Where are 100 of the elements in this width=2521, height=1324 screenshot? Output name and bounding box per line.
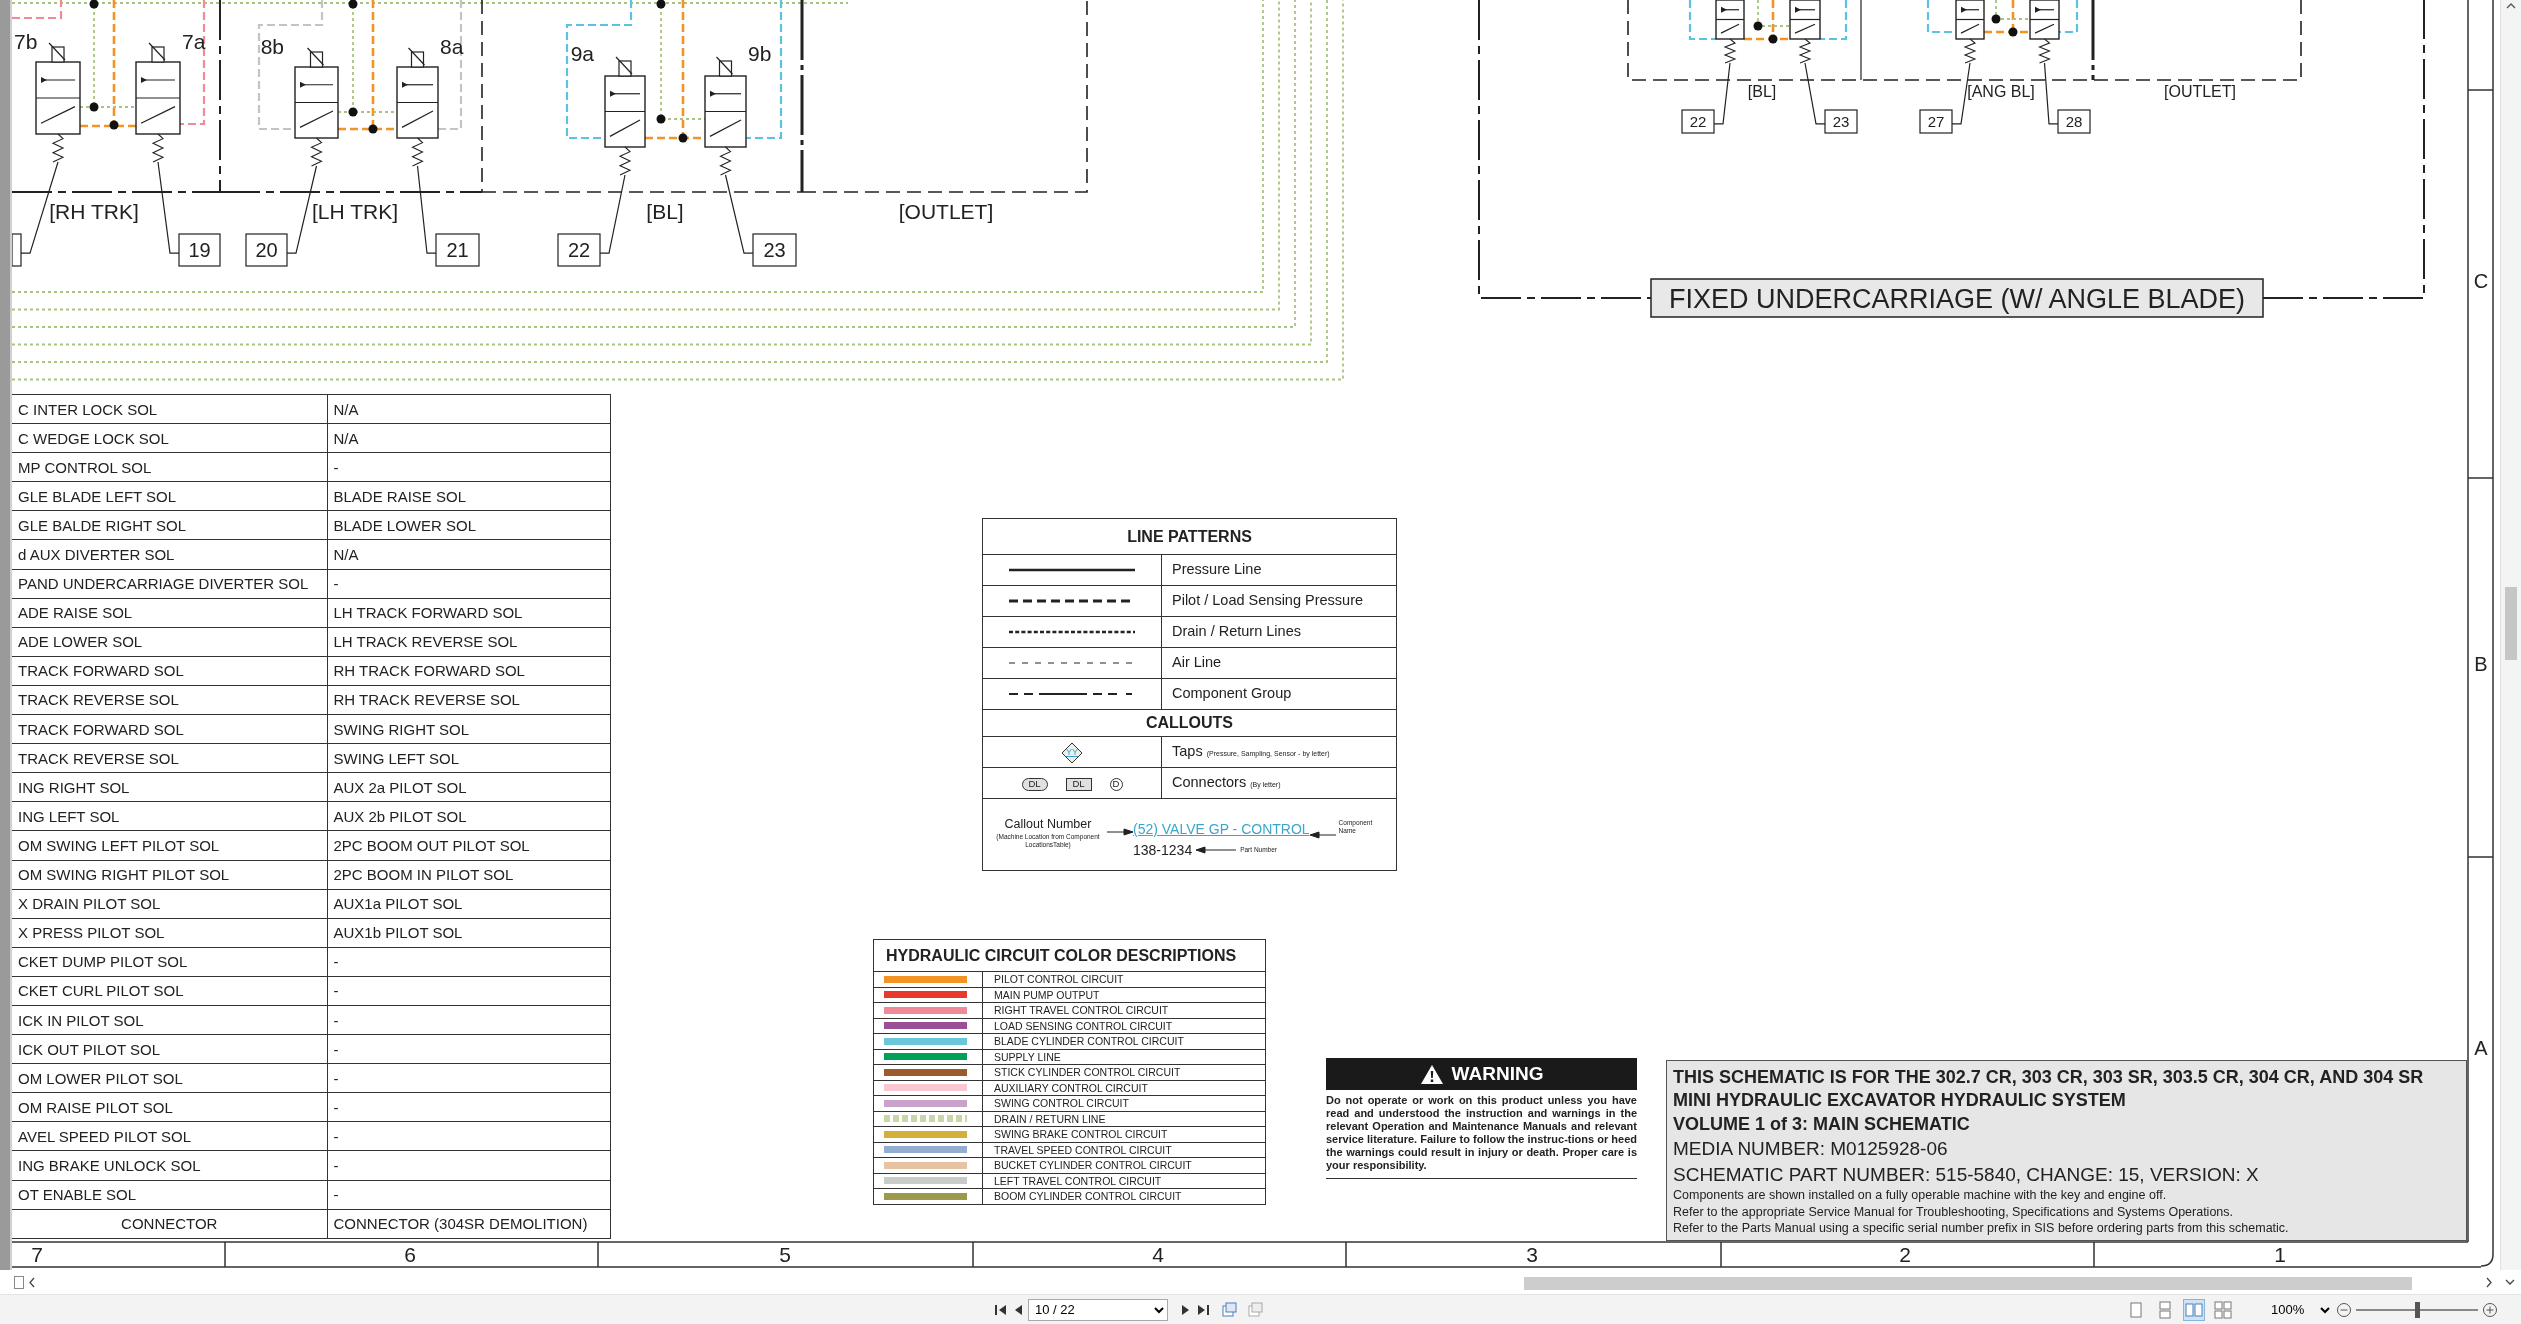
table-cell: BLADE LOWER SOL xyxy=(327,510,610,540)
table-cell: CONNECTOR xyxy=(12,1209,327,1239)
legend-label: Air Line xyxy=(1161,647,1397,679)
valve-label: 9b xyxy=(748,42,772,65)
table-cell: PAND UNDERCARRIAGE DIVERTER SOL xyxy=(12,569,327,599)
table-cell: OT ENABLE SOL xyxy=(12,1180,327,1210)
table-cell: X PRESS PILOT SOL xyxy=(12,918,327,948)
legend-label: SWING CONTROL CIRCUIT xyxy=(982,1095,1266,1111)
document-icon[interactable] xyxy=(1220,1300,1238,1319)
grid-column-marker: 3 xyxy=(1526,1243,1538,1266)
legend-label: TRAVEL SPEED CONTROL CIRCUIT xyxy=(982,1142,1266,1158)
tap-symbol: YY xyxy=(1061,741,1083,764)
circuit-line xyxy=(1820,0,1848,41)
leader-line xyxy=(1713,62,1731,125)
callout-number: 23 xyxy=(1824,109,1858,134)
table-cell: N/A xyxy=(327,423,610,453)
legend-label: LEFT TRAVEL CONTROL CIRCUIT xyxy=(982,1173,1266,1189)
callout-number: 28 xyxy=(2057,109,2091,134)
table-cell: - xyxy=(327,1034,610,1064)
title-block-text: Refer to the Parts Manual using a specific serial number prefix in SIS before ordering parts from this schematic. xyxy=(1673,1220,2289,1235)
table-cell: OM LOWER PILOT SOL xyxy=(12,1063,327,1093)
table-cell: CKET DUMP PILOT SOL xyxy=(12,947,327,977)
table-cell: TRACK REVERSE SOL xyxy=(12,685,327,715)
zoom-out-icon[interactable] xyxy=(2335,1300,2353,1319)
valve-label: 8a xyxy=(440,35,464,58)
table-cell: CONNECTOR (304SR DEMOLITION) xyxy=(327,1209,610,1239)
junction-dot xyxy=(1991,14,2001,24)
connector-symbol: DL xyxy=(1065,777,1092,791)
callout-number: 23 xyxy=(752,233,797,267)
table-cell: ING BRAKE UNLOCK SOL xyxy=(12,1150,327,1181)
table-cell: ING RIGHT SOL xyxy=(12,772,327,802)
table-cell: ICK OUT PILOT SOL xyxy=(12,1034,327,1064)
part-number-example: 138-1234 xyxy=(1133,840,1193,860)
junction-dot xyxy=(1768,34,1778,44)
valve-label: 8b xyxy=(260,35,284,58)
table-cell: OM SWING LEFT PILOT SOL xyxy=(12,830,327,860)
table-cell: - xyxy=(327,976,610,1006)
vertical-scrollbar[interactable] xyxy=(2500,0,2521,1270)
legend-title: HYDRAULIC CIRCUIT COLOR DESCRIPTIONS xyxy=(873,939,1266,972)
group-label: [RH TRK] xyxy=(49,200,139,223)
scrollbar-thumb[interactable] xyxy=(1524,1277,2412,1290)
title-block-text: MEDIA NUMBER: M0125928-06 xyxy=(1673,1138,1948,1160)
warning-title: WARNING xyxy=(1451,1061,1544,1086)
table-cell: 2PC BOOM IN PILOT SOL xyxy=(327,860,610,890)
table-cell: TRACK FORWARD SOL xyxy=(12,714,327,744)
table-cell: AUX1a PILOT SOL xyxy=(327,889,610,919)
table-cell: - xyxy=(327,1063,610,1093)
junction-dot xyxy=(109,120,119,130)
table-cell: AVEL SPEED PILOT SOL xyxy=(12,1121,327,1151)
slider-thumb[interactable] xyxy=(2415,1301,2420,1318)
scrollbar-thumb[interactable] xyxy=(2505,587,2517,660)
circuit-line xyxy=(2059,0,2079,34)
zoom-select[interactable]: 100% xyxy=(2267,1298,2333,1321)
zoom-in-icon[interactable] xyxy=(2481,1300,2499,1319)
group-label: [OUTLET] xyxy=(2164,83,2236,100)
valve-symbol xyxy=(1789,0,1821,64)
junction-dot xyxy=(678,133,688,143)
group-label: [BL] xyxy=(646,200,684,223)
title-block-text: THIS SCHEMATIC IS FOR THE 302.7 CR, 303 CR, 303 SR, 303.5 CR, 304 CR, AND 304 SR xyxy=(1673,1067,2424,1087)
table-cell: GLE BALDE RIGHT SOL xyxy=(12,510,327,540)
view-mode-button[interactable] xyxy=(2212,1298,2234,1321)
legend-label: AUXILIARY CONTROL CIRCUIT xyxy=(982,1080,1266,1096)
table-cell: RH TRACK FORWARD SOL xyxy=(327,656,610,686)
callout-number: 22 xyxy=(1681,109,1715,134)
junction-dot xyxy=(1753,21,1763,31)
legend-label: SWING BRAKE CONTROL CIRCUIT xyxy=(982,1126,1266,1142)
scroll-left-icon[interactable] xyxy=(27,1276,37,1289)
legend-label: MAIN PUMP OUTPUT xyxy=(982,987,1266,1003)
table-cell: ING LEFT SOL xyxy=(12,801,327,831)
title-block-text: Components are shown installed on a fully operable machine with the key and engine off. xyxy=(1673,1188,2167,1203)
legend-label: LOAD SENSING CONTROL CIRCUIT xyxy=(982,1018,1266,1034)
callout-number: 20 xyxy=(245,233,288,267)
table-cell: TRACK REVERSE SOL xyxy=(12,743,327,773)
valve-symbol xyxy=(1715,0,1745,64)
table-cell: SWING LEFT SOL xyxy=(327,743,610,773)
legend-label: Taps xyxy=(1172,743,1203,760)
connector-symbol: DL xyxy=(1021,777,1048,791)
page-select[interactable]: 10 / 22 xyxy=(1028,1298,1168,1321)
legend-label: RIGHT TRAVEL CONTROL CIRCUIT xyxy=(982,1002,1266,1018)
junction-dot xyxy=(368,124,378,134)
table-cell: LH TRACK REVERSE SOL xyxy=(327,627,610,657)
junction-dot xyxy=(2008,27,2018,37)
group-label: [BL] xyxy=(1747,83,1777,100)
legend-title: CALLOUTS xyxy=(982,709,1397,737)
title-block-text: Refer to the appropriate Service Manual for Troubleshooting, Specifications and Systems Operations. xyxy=(1673,1204,2234,1219)
grid-column-marker: 1 xyxy=(2274,1243,2286,1266)
legend-label: BUCKET CYLINDER CONTROL CIRCUIT xyxy=(982,1157,1266,1173)
callout-number: 27 xyxy=(1919,109,1953,134)
table-cell: C WEDGE LOCK SOL xyxy=(12,423,327,453)
valve-label: 9a xyxy=(570,42,594,65)
scroll-right-icon[interactable] xyxy=(2484,1276,2494,1289)
valve-label: 7b xyxy=(14,30,38,53)
grid-row-marker: B xyxy=(2474,653,2488,675)
table-cell: AUX 2a PILOT SOL xyxy=(327,772,610,802)
table-cell: - xyxy=(327,1092,610,1122)
table-cell: SWING RIGHT SOL xyxy=(327,714,610,744)
grid-column-marker: 5 xyxy=(779,1243,791,1266)
circuit-line xyxy=(1688,0,1716,41)
legend-label: Component Group xyxy=(1161,678,1397,710)
leader-line xyxy=(1804,62,1826,125)
